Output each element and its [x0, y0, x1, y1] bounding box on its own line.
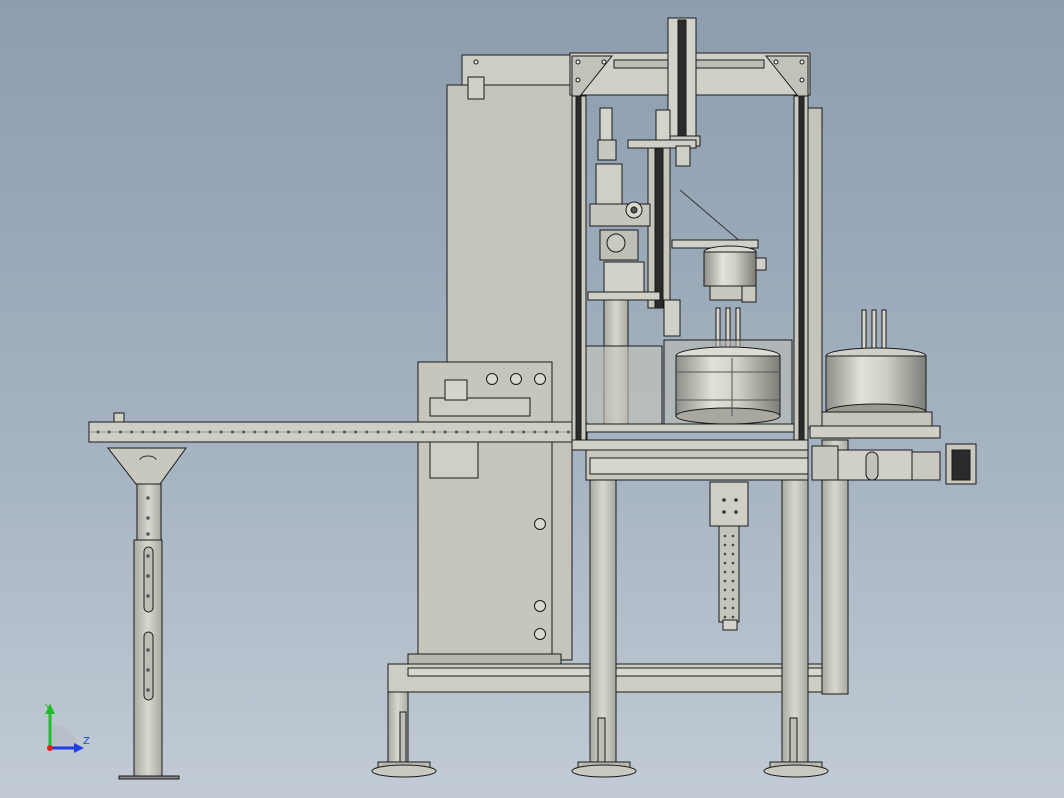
conveyor-hole — [544, 430, 548, 434]
actuator-hole — [723, 552, 727, 556]
x-axis-dot — [47, 745, 53, 751]
cad-viewport[interactable]: Y Z — [0, 0, 1064, 798]
conveyor-hole — [432, 430, 436, 434]
vibratory-feeder-bowl — [809, 309, 977, 485]
conveyor-hole — [499, 430, 503, 434]
leg-hole — [146, 532, 150, 536]
conveyor-hole — [510, 430, 514, 434]
conveyor-hole — [421, 430, 425, 434]
leg-hole — [146, 648, 150, 652]
y-axis-label: Y — [44, 703, 52, 714]
actuator-hole — [723, 579, 727, 583]
conveyor-hole — [174, 430, 178, 434]
conveyor-hole — [275, 430, 279, 434]
conveyor-hole — [107, 430, 111, 434]
leg-hole — [146, 554, 150, 558]
conveyor-hole — [443, 430, 447, 434]
actuator-hole — [723, 597, 727, 601]
conveyor-hole — [454, 430, 458, 434]
conveyor-hole — [253, 430, 257, 434]
leg-hole — [146, 516, 150, 520]
actuator-hole — [723, 588, 727, 592]
conveyor-hole — [141, 430, 145, 434]
conveyor-hole — [477, 430, 481, 434]
actuator-hole — [731, 588, 735, 592]
conveyor-hole — [286, 430, 290, 434]
conveyor-hole — [152, 430, 156, 434]
z-axis-label: Z — [83, 736, 90, 747]
actuator-hole — [731, 543, 735, 547]
conveyor-hole — [264, 430, 268, 434]
actuator-hole — [723, 561, 727, 565]
leg-hole — [146, 574, 150, 578]
leg-hole — [146, 496, 150, 500]
conveyor-hole — [219, 430, 223, 434]
leg-hole — [146, 594, 150, 598]
conveyor-hole — [466, 430, 470, 434]
conveyor-hole — [342, 430, 346, 434]
conveyor-hole — [533, 430, 537, 434]
conveyor-hole — [387, 430, 391, 434]
conveyor-hole — [186, 430, 190, 434]
conveyor-hole — [118, 430, 122, 434]
conveyor-hole — [298, 430, 302, 434]
conveyor-hole — [331, 430, 335, 434]
conveyor-hole — [96, 430, 100, 434]
leveling-foot — [763, 761, 829, 778]
conveyor-hole — [197, 430, 201, 434]
leveling-foot — [571, 761, 637, 778]
actuator-hole — [723, 543, 727, 547]
conveyor-hole — [365, 430, 369, 434]
conveyor-hole — [242, 430, 246, 434]
actuator-hole — [731, 570, 735, 574]
support-post-right — [781, 479, 809, 765]
actuator-hole — [723, 570, 727, 574]
machine-assembly-model: Y Z — [44, 17, 977, 780]
actuator-hole — [731, 561, 735, 565]
conveyor-hole — [130, 430, 134, 434]
conveyor-hole — [163, 430, 167, 434]
main-table-plate — [571, 439, 809, 481]
actuator-hole — [731, 597, 735, 601]
conveyor-hole — [398, 430, 402, 434]
actuator-hole — [723, 534, 727, 538]
actuator-hole — [731, 552, 735, 556]
leg-hole — [146, 688, 150, 692]
leveling-foot — [371, 761, 437, 778]
rotary-drum-main — [663, 339, 793, 425]
conveyor-hole — [410, 430, 414, 434]
actuator-hole — [731, 606, 735, 610]
conveyor-hole — [208, 430, 212, 434]
actuator-hole — [731, 534, 735, 538]
actuator-hole — [731, 615, 735, 619]
conveyor-hole — [320, 430, 324, 434]
conveyor-hole — [354, 430, 358, 434]
actuator-hole — [723, 606, 727, 610]
conveyor-hole — [488, 430, 492, 434]
conveyor-hole — [566, 430, 570, 434]
view-orientation-triad: Y Z — [44, 703, 90, 753]
actuator-hole — [731, 579, 735, 583]
support-post-left — [589, 479, 617, 765]
conveyor-hole — [376, 430, 380, 434]
press-head — [703, 245, 767, 349]
conveyor-hole — [309, 430, 313, 434]
conveyor-hole — [555, 430, 559, 434]
lift-actuator — [709, 481, 749, 631]
conveyor-hole — [230, 430, 234, 434]
leg-hole — [146, 668, 150, 672]
actuator-hole — [723, 615, 727, 619]
conveyor-hole — [522, 430, 526, 434]
